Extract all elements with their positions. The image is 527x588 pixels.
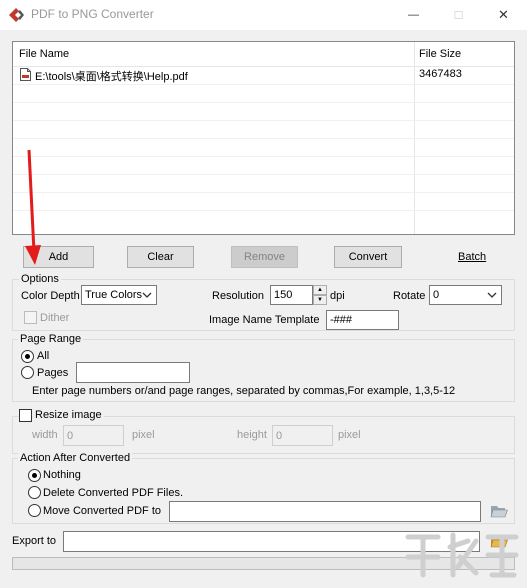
- batch-link[interactable]: Batch: [458, 251, 486, 263]
- page-range-hint: Enter page numbers or/and page ranges, s…: [32, 385, 456, 397]
- delete-converted-radio[interactable]: [28, 486, 41, 499]
- row-line: [13, 102, 514, 103]
- action-after-legend: Action After Converted: [18, 452, 133, 464]
- row-line: [13, 192, 514, 193]
- spin-up-icon[interactable]: ▲: [313, 285, 327, 295]
- height-unit-label: pixel: [338, 429, 361, 441]
- annotation-arrow-icon: [25, 149, 41, 265]
- remove-button[interactable]: Remove: [231, 246, 298, 268]
- color-depth-select[interactable]: True Colors: [81, 285, 157, 305]
- column-header-file-size[interactable]: File Size: [419, 48, 461, 60]
- row-line: [13, 120, 514, 121]
- page-range-legend: Page Range: [18, 333, 84, 345]
- file-list[interactable]: File Name File Size E:\tools\桌面\格式转换\Hel…: [12, 41, 515, 235]
- file-list-header: File Name File Size: [13, 42, 514, 67]
- height-input[interactable]: 0: [272, 425, 333, 446]
- all-pages-label: All: [37, 350, 50, 362]
- pdf-file-icon: [20, 68, 31, 81]
- nothing-radio[interactable]: [28, 469, 41, 482]
- resolution-input[interactable]: 150: [270, 285, 313, 305]
- convert-button[interactable]: Convert: [334, 246, 402, 268]
- image-name-template-label: Image Name Template: [209, 314, 320, 326]
- width-input[interactable]: 0: [63, 425, 124, 446]
- resolution-spinner[interactable]: ▲ ▼: [313, 285, 327, 305]
- image-name-template-input[interactable]: -###: [326, 310, 399, 330]
- dither-checkbox[interactable]: [24, 311, 37, 324]
- move-converted-label: Move Converted PDF to: [43, 505, 161, 517]
- row-line: [13, 138, 514, 139]
- pages-radio[interactable]: [21, 366, 34, 379]
- close-button[interactable]: ✕: [481, 0, 526, 30]
- resize-image-checkbox[interactable]: [19, 409, 32, 422]
- width-label: width: [32, 429, 58, 441]
- row-line: [13, 156, 514, 157]
- file-size-cell: 3467483: [419, 68, 462, 80]
- pages-label: Pages: [37, 367, 69, 379]
- maximize-button[interactable]: ☐: [436, 0, 481, 30]
- color-depth-label: Color Depth: [21, 290, 80, 302]
- move-path-input[interactable]: [169, 501, 481, 522]
- all-pages-radio[interactable]: [21, 350, 34, 363]
- export-to-label: Export to: [12, 535, 57, 547]
- app-logo-icon: [9, 8, 24, 22]
- nothing-label: Nothing: [43, 469, 81, 481]
- delete-converted-label: Delete Converted PDF Files.: [43, 487, 183, 499]
- move-converted-radio[interactable]: [28, 504, 41, 517]
- dpi-label: dpi: [330, 290, 345, 302]
- rotate-value: 0: [433, 289, 440, 301]
- row-line: [13, 174, 514, 175]
- resolution-label: Resolution: [212, 290, 264, 302]
- clear-button[interactable]: Clear: [127, 246, 194, 268]
- options-legend: Options: [19, 273, 61, 285]
- resize-image-legend: Resize image: [33, 409, 104, 421]
- dither-label: Dither: [40, 312, 70, 324]
- spin-down-icon[interactable]: ▼: [313, 295, 327, 305]
- open-folder-icon[interactable]: [490, 503, 508, 519]
- row-line: [13, 210, 514, 211]
- rotate-label: Rotate: [393, 290, 426, 302]
- chevron-down-icon: [142, 292, 152, 298]
- rotate-select[interactable]: 0: [429, 285, 502, 305]
- color-depth-value: True Colors: [85, 289, 143, 301]
- table-row[interactable]: E:\tools\桌面\格式转换\Help.pdf 3467483: [13, 66, 514, 84]
- row-line: [13, 84, 514, 85]
- file-name-cell: E:\tools\桌面\格式转换\Help.pdf: [35, 71, 188, 83]
- width-unit-label: pixel: [132, 429, 155, 441]
- window-title: PDF to PNG Converter: [31, 7, 154, 21]
- chevron-down-icon: [487, 292, 497, 298]
- column-header-file-name[interactable]: File Name: [19, 48, 69, 60]
- height-label: height: [237, 429, 267, 441]
- minimize-button[interactable]: —: [391, 0, 436, 30]
- watermark-logo-icon: [405, 532, 519, 578]
- pages-input[interactable]: [76, 362, 190, 383]
